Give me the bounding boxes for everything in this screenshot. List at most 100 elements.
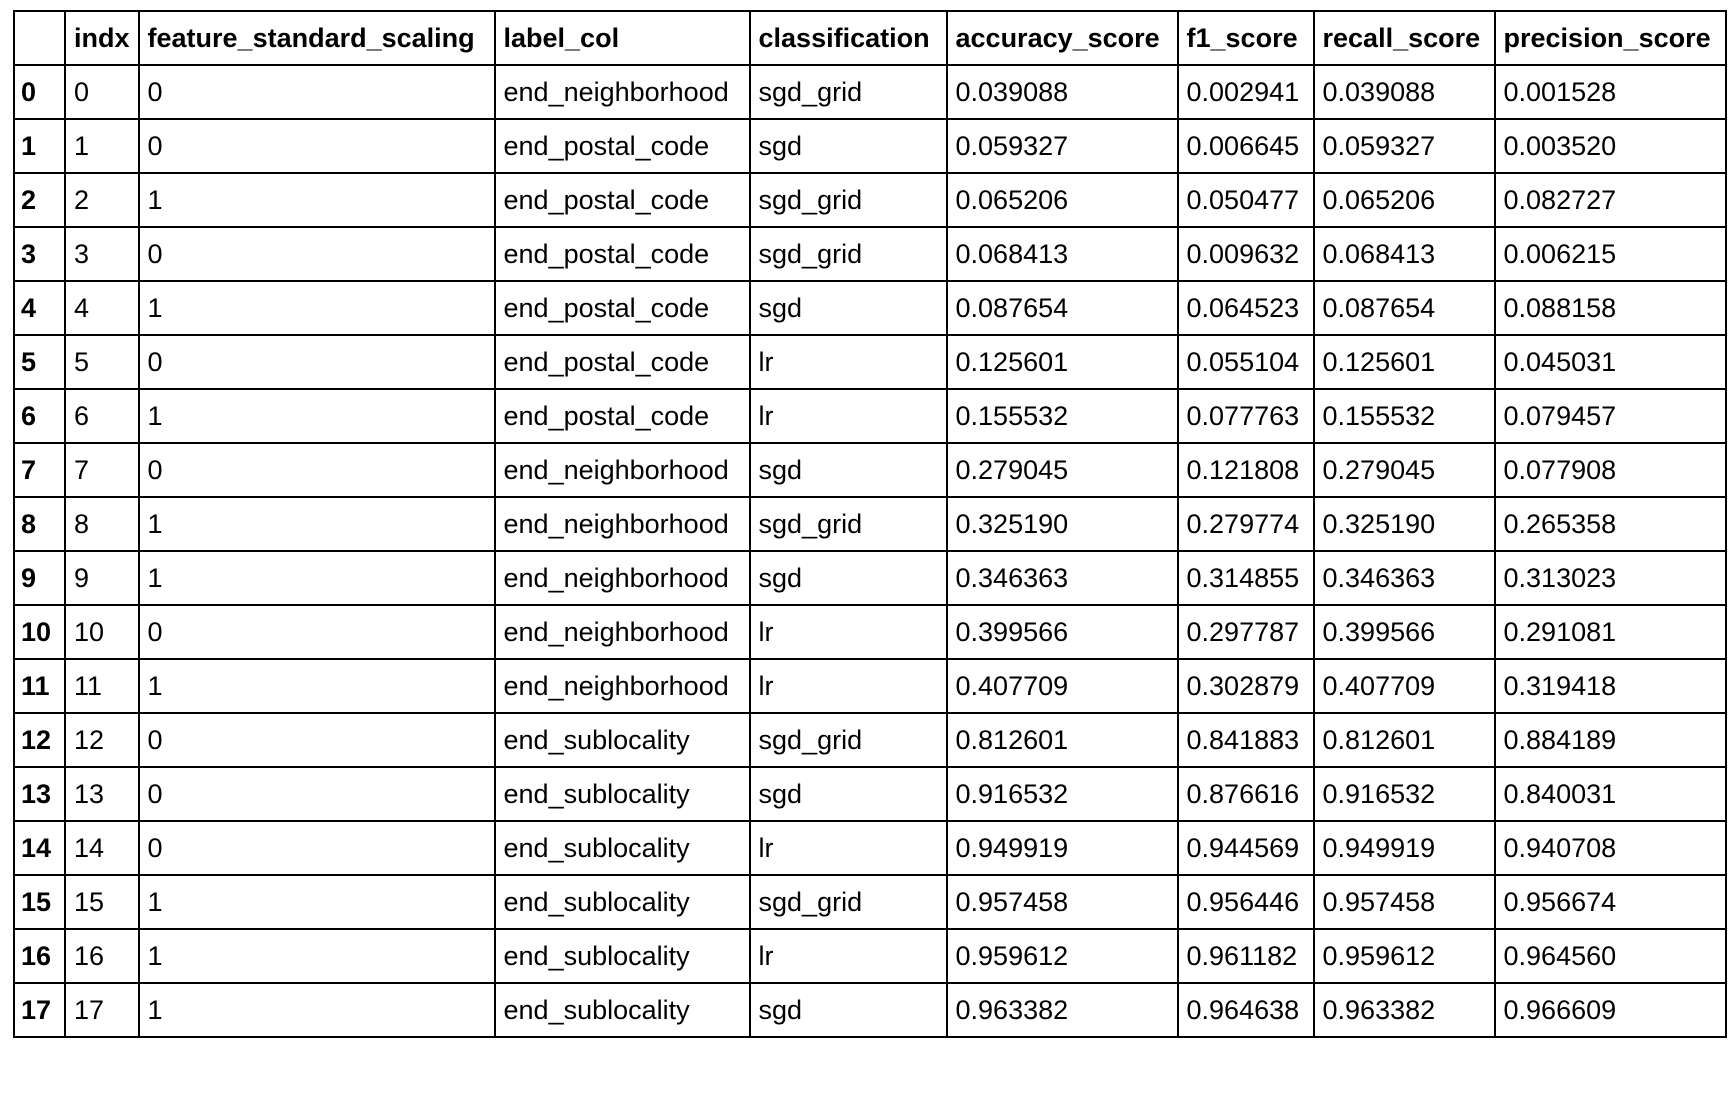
table-cell: 0.812601: [945, 712, 1179, 768]
table-cell: 0.964560: [1493, 928, 1727, 984]
row-index: 13: [13, 766, 66, 822]
table-cell: 1: [137, 280, 496, 336]
table-cell: 0.039088: [1312, 64, 1496, 120]
table-cell: end_postal_code: [493, 388, 751, 444]
table-cell: sgd: [748, 550, 948, 606]
row-index: 1: [13, 118, 66, 174]
column-header-precision-score: precision_score: [1493, 10, 1727, 66]
table-cell: 0.346363: [1312, 550, 1496, 606]
table-row: 13 13 0 end_sublocality sgd 0.916532 0.876616 0…: [13, 766, 1727, 822]
row-index: 3: [13, 226, 66, 282]
table-cell: 0.050477: [1176, 172, 1315, 228]
table-cell: end_sublocality: [493, 928, 751, 984]
table-cell: end_postal_code: [493, 118, 751, 174]
column-header-recall-score: recall_score: [1312, 10, 1496, 66]
table-cell: sgd_grid: [748, 712, 948, 768]
table-cell: end_neighborhood: [493, 496, 751, 552]
table-cell: end_sublocality: [493, 874, 751, 930]
row-index: 0: [13, 64, 66, 120]
table-cell: 0.884189: [1493, 712, 1727, 768]
column-header-label-col: label_col: [493, 10, 751, 66]
table-cell: 6: [64, 388, 140, 444]
table-cell: 0.079457: [1493, 388, 1727, 444]
table-cell: 0.399566: [1312, 604, 1496, 660]
table-cell: 0.297787: [1176, 604, 1315, 660]
column-header-indx: indx: [64, 10, 140, 66]
table-cell: 0.314855: [1176, 550, 1315, 606]
table-cell: 0.068413: [1312, 226, 1496, 282]
table-cell: end_neighborhood: [493, 658, 751, 714]
table-row: 17 17 1 end_sublocality sgd 0.963382 0.964638 0…: [13, 982, 1727, 1038]
table-cell: 0.812601: [1312, 712, 1496, 768]
table-row: 14 14 0 end_sublocality lr 0.949919 0.944569 0.…: [13, 820, 1727, 876]
row-index: 5: [13, 334, 66, 390]
table-cell: lr: [748, 388, 948, 444]
table-cell: 0.279045: [1312, 442, 1496, 498]
table-cell: 2: [64, 172, 140, 228]
table-cell: 0.265358: [1493, 496, 1727, 552]
table-cell: 0: [137, 712, 496, 768]
table-cell: 0.346363: [945, 550, 1179, 606]
table-cell: 0.155532: [1312, 388, 1496, 444]
table-cell: lr: [748, 604, 948, 660]
table-cell: 0.279774: [1176, 496, 1315, 552]
table-cell: 0.065206: [945, 172, 1179, 228]
table-cell: 0.068413: [945, 226, 1179, 282]
table-row: 8 8 1 end_neighborhood sgd_grid 0.325190 0.279…: [13, 496, 1727, 552]
table-row: 1 1 0 end_postal_code sgd 0.059327 0.006645 0.0…: [13, 118, 1727, 174]
table-cell: 0.001528: [1493, 64, 1727, 120]
table-cell: 0.407709: [945, 658, 1179, 714]
row-index: 2: [13, 172, 66, 228]
row-index: 9: [13, 550, 66, 606]
table-row: 15 15 1 end_sublocality sgd_grid 0.957458 0.95…: [13, 874, 1727, 930]
table-cell: 0.959612: [1312, 928, 1496, 984]
table-row: 6 6 1 end_postal_code lr 0.155532 0.077763 0.15…: [13, 388, 1727, 444]
table-cell: 0.125601: [1312, 334, 1496, 390]
table-cell: 9: [64, 550, 140, 606]
table-cell: 1: [137, 496, 496, 552]
table-cell: sgd_grid: [748, 874, 948, 930]
table-cell: 0.077908: [1493, 442, 1727, 498]
table-cell: 0.949919: [945, 820, 1179, 876]
index-header: [13, 10, 66, 66]
table-cell: 0.957458: [945, 874, 1179, 930]
table-cell: 4: [64, 280, 140, 336]
table-cell: 0: [137, 604, 496, 660]
table-cell: 14: [64, 820, 140, 876]
column-header-classification: classification: [748, 10, 948, 66]
table-cell: sgd: [748, 766, 948, 822]
table-cell: 1: [137, 982, 496, 1038]
table-cell: 10: [64, 604, 140, 660]
table-cell: 0.006645: [1176, 118, 1315, 174]
table-cell: sgd: [748, 982, 948, 1038]
table-cell: 0.966609: [1493, 982, 1727, 1038]
table-cell: 0.916532: [1312, 766, 1496, 822]
table-cell: 0: [137, 442, 496, 498]
table-cell: 0.055104: [1176, 334, 1315, 390]
table-cell: 0.087654: [1312, 280, 1496, 336]
table-cell: 0.940708: [1493, 820, 1727, 876]
table-body: 0 0 0 end_neighborhood sgd_grid 0.039088 0.002…: [13, 64, 1727, 1038]
table-cell: lr: [748, 820, 948, 876]
table-cell: 0.407709: [1312, 658, 1496, 714]
table-cell: 5: [64, 334, 140, 390]
table-row: 7 7 0 end_neighborhood sgd 0.279045 0.121808 0.…: [13, 442, 1727, 498]
table-cell: 0.003520: [1493, 118, 1727, 174]
header-row: indx feature_standard_scaling label_col …: [13, 10, 1727, 66]
table-cell: 0.963382: [945, 982, 1179, 1038]
table-row: 10 10 0 end_neighborhood lr 0.399566 0.297787 0…: [13, 604, 1727, 660]
results-table: indx feature_standard_scaling label_col …: [13, 10, 1727, 1038]
row-index: 11: [13, 658, 66, 714]
table-row: 5 5 0 end_postal_code lr 0.125601 0.055104 0.12…: [13, 334, 1727, 390]
table-row: 11 11 1 end_neighborhood lr 0.407709 0.302879 0…: [13, 658, 1727, 714]
table-row: 4 4 1 end_postal_code sgd 0.087654 0.064523 0.0…: [13, 280, 1727, 336]
table-cell: end_neighborhood: [493, 64, 751, 120]
table-row: 2 2 1 end_postal_code sgd_grid 0.065206 0.0504…: [13, 172, 1727, 228]
table-cell: 0.059327: [945, 118, 1179, 174]
table-cell: 0.325190: [1312, 496, 1496, 552]
row-index: 10: [13, 604, 66, 660]
table-row: 12 12 0 end_sublocality sgd_grid 0.812601 0.84…: [13, 712, 1727, 768]
table-cell: end_postal_code: [493, 280, 751, 336]
table-cell: sgd_grid: [748, 496, 948, 552]
table-cell: 12: [64, 712, 140, 768]
